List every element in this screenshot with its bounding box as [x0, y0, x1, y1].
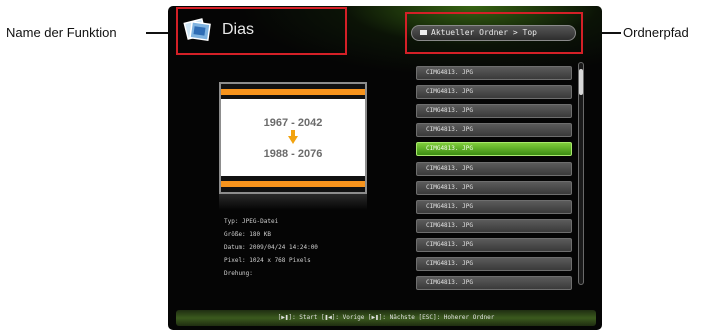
preview-range-2: 1988 - 2076 [263, 148, 323, 160]
file-list-item[interactable]: CIMG4813. JPG [416, 180, 572, 195]
file-list-item[interactable]: CIMG4813. JPG [416, 237, 572, 252]
folder-path-highlight [405, 12, 583, 54]
preview-top-black-bar-2 [221, 95, 365, 99]
preview-range-1: 1967 - 2042 [263, 117, 323, 129]
file-list-item[interactable]: CIMG4813. JPG [416, 199, 572, 214]
preview-bottom-black-bar-2 [221, 187, 365, 192]
arrow-down-icon [288, 136, 298, 144]
file-list-item[interactable]: CIMG4813. JPG [416, 85, 572, 100]
file-list-item[interactable]: CIMG4813. JPG [416, 66, 572, 80]
file-list-item[interactable]: CIMG4813. JPG [416, 218, 572, 233]
function-name-highlight [176, 7, 347, 55]
file-list-item[interactable]: CIMG4813. JPG [416, 257, 572, 271]
info-type: Typ: JPEG-Datei [224, 218, 279, 225]
preview-reflection [219, 194, 367, 210]
info-rotation: Drehung: [224, 270, 253, 277]
file-list-item-selected[interactable]: CIMG4813. JPG [416, 142, 572, 157]
file-list-item[interactable]: CIMG4813. JPG [416, 123, 572, 138]
callout-folder-path: Ordnerpfad [623, 25, 689, 40]
callout-function-name: Name der Funktion [6, 25, 117, 40]
image-preview: 1967 - 2042 1988 - 2076 [219, 82, 367, 194]
file-list-item[interactable]: CIMG4813. JPG [416, 276, 572, 291]
key-help-bar: [▶❚]: Start [❚◀]: Vorige [▶❚]: Nächste [… [176, 310, 596, 326]
info-date: Datum: 2009/04/24 14:24:00 [224, 244, 318, 251]
file-list-scrollbar[interactable] [578, 62, 584, 285]
scrollbar-thumb[interactable] [579, 69, 583, 95]
info-size: Größe: 180 KB [224, 231, 271, 238]
info-pixels: Pixel: 1024 x 768 Pixels [224, 257, 311, 264]
file-list-item[interactable]: CIMG4813. JPG [416, 104, 572, 119]
file-list-item[interactable]: CIMG4813. JPG [416, 161, 572, 176]
